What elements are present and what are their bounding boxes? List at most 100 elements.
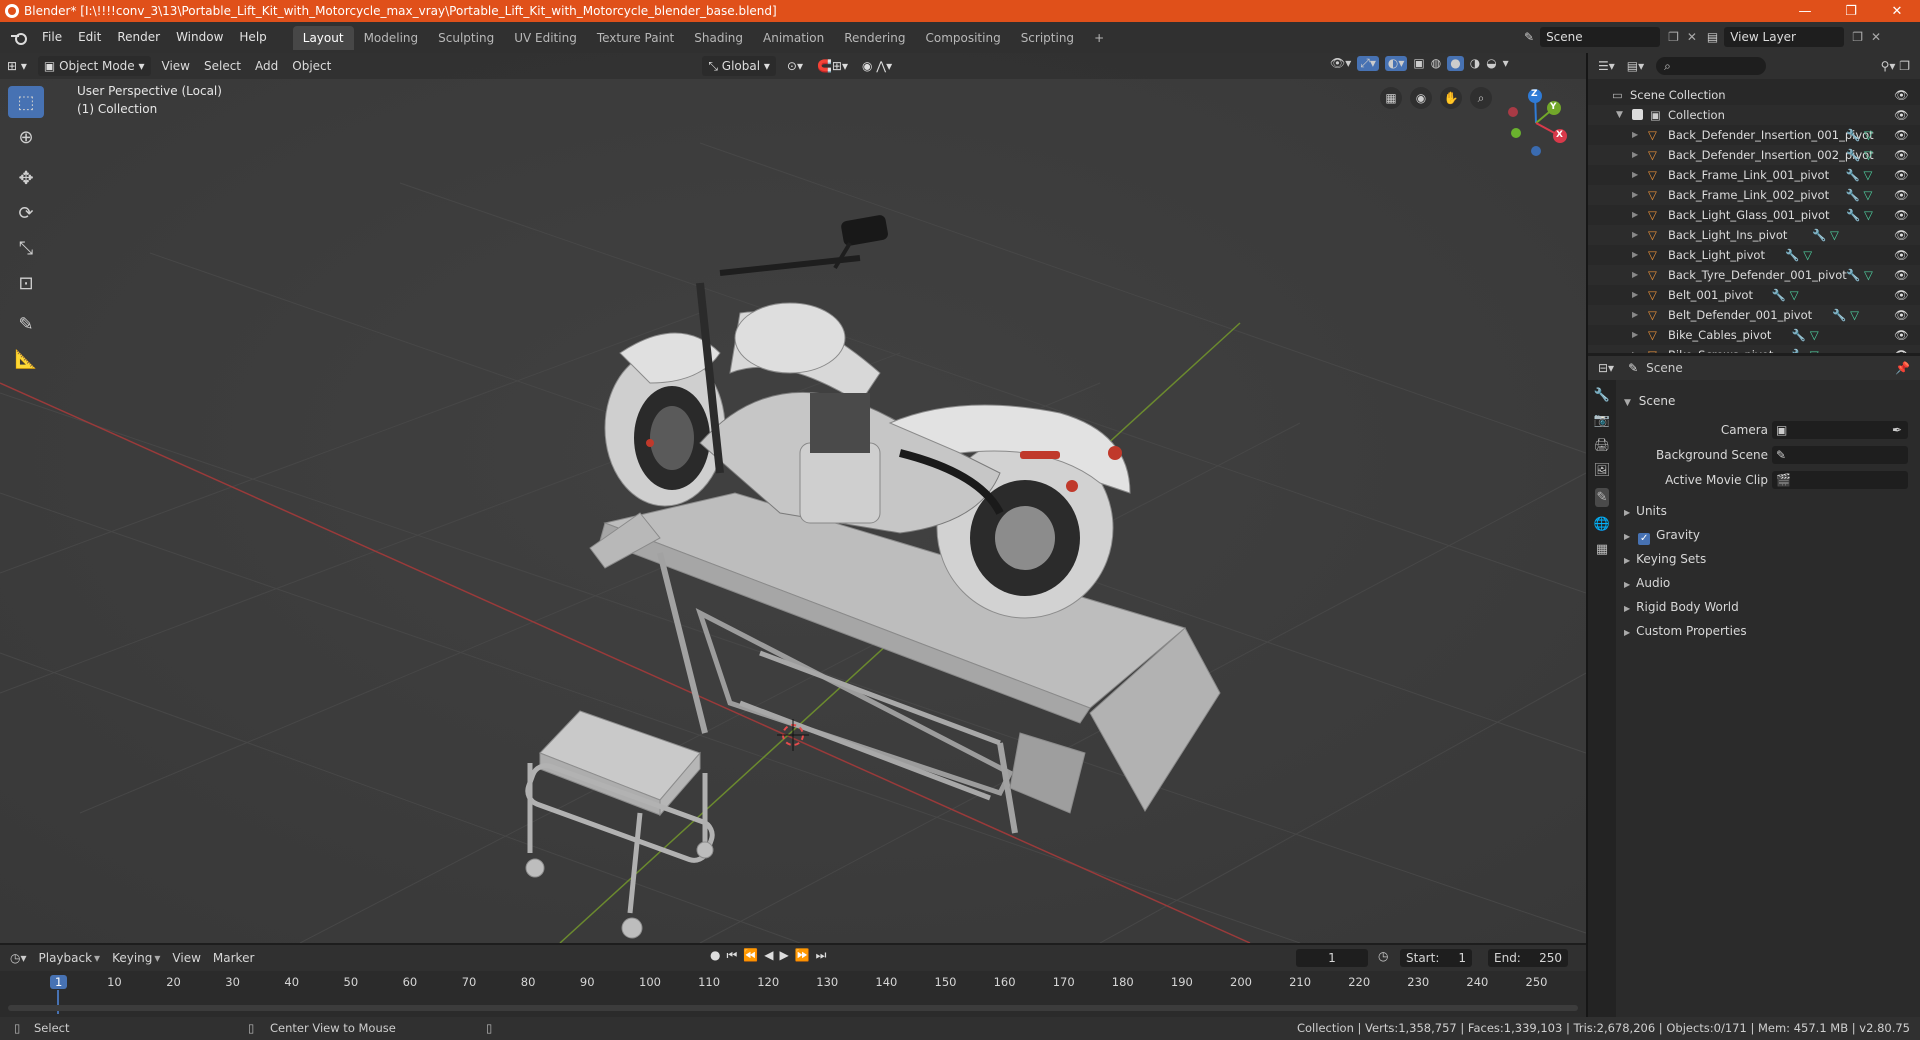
- blender-menu-icon[interactable]: [10, 31, 28, 45]
- play-reverse-icon[interactable]: ◀: [764, 948, 773, 963]
- expand-icon[interactable]: ▶: [1632, 305, 1638, 325]
- item-visibility-icon[interactable]: 👁: [1894, 345, 1909, 353]
- outliner-search-input[interactable]: ⌕: [1656, 57, 1767, 75]
- clock-icon[interactable]: ◷: [1378, 949, 1388, 963]
- collection-visibility-icon[interactable]: 👁: [1894, 105, 1909, 125]
- prev-keyframe-icon[interactable]: ⏪: [743, 948, 758, 963]
- start-frame-field[interactable]: Start: 1: [1400, 949, 1472, 967]
- area-divider[interactable]: [1586, 53, 1588, 1017]
- menu-help[interactable]: Help: [231, 22, 274, 53]
- outliner-item[interactable]: ▶ ▽ Belt_Defender_001_pivot 🔧 ▽ 👁: [1588, 305, 1920, 325]
- expand-icon[interactable]: ▶: [1632, 325, 1638, 345]
- gizmo-toggle-icon[interactable]: ⤢▾: [1357, 56, 1379, 71]
- scene-panel-header[interactable]: ▼ Scene: [1624, 390, 1920, 412]
- view-layer-tab-icon[interactable]: 🖼: [1594, 463, 1611, 478]
- timeline[interactable]: ◷▾ Playback ▾ Keying ▾ View Marker ● ⏮ ⏪ ◀…: [0, 945, 1586, 1017]
- outliner-item[interactable]: ▶ ▽ Belt_001_pivot 🔧 ▽ 👁: [1588, 285, 1920, 305]
- panel-header[interactable]: ▶ Units: [1624, 500, 1920, 522]
- outliner-editor-icon[interactable]: ☰▾: [1598, 59, 1615, 73]
- scene-selector[interactable]: Scene: [1540, 27, 1661, 47]
- collection-expand-icon[interactable]: ▼: [1616, 105, 1623, 125]
- eyedropper-icon[interactable]: ✒: [1892, 419, 1902, 441]
- outliner-item[interactable]: ▶ ▽ Back_Frame_Link_001_pivot 🔧 ▽ 👁: [1588, 165, 1920, 185]
- expand-icon[interactable]: ▶: [1632, 145, 1638, 165]
- menu-object[interactable]: Object: [285, 53, 338, 79]
- delete-view-layer-icon[interactable]: ✕: [1871, 30, 1881, 44]
- item-visibility-icon[interactable]: 👁: [1894, 245, 1909, 265]
- transform-orientation-dropdown[interactable]: ⤡ Global ▾: [702, 56, 776, 76]
- gravity-checkbox[interactable]: ✓: [1638, 533, 1651, 545]
- item-visibility-icon[interactable]: 👁: [1894, 285, 1909, 305]
- delete-scene-icon[interactable]: ✕: [1687, 30, 1697, 44]
- current-frame-field[interactable]: 1: [1296, 949, 1368, 967]
- timeline-editor-icon[interactable]: ◷▾: [10, 951, 27, 965]
- scene-collection-row[interactable]: ▭ Scene Collection 👁: [1588, 85, 1920, 105]
- menu-select[interactable]: Select: [197, 53, 248, 79]
- frame-ruler[interactable]: 1 10 20 30 40 50 60 70 80 90 100 110 120 130 140 150 160…: [0, 972, 1586, 1014]
- tab-scripting[interactable]: Scripting: [1011, 26, 1084, 50]
- panel-header[interactable]: ▶ Audio: [1624, 572, 1920, 594]
- playback-menu[interactable]: Playback: [39, 951, 93, 965]
- select-box-icon[interactable]: ⬚: [8, 86, 44, 118]
- world-tab-icon[interactable]: 🌐: [1594, 517, 1610, 532]
- output-tab-icon[interactable]: 🖨: [1594, 438, 1611, 453]
- rendered-shading-icon[interactable]: ◒: [1486, 56, 1496, 71]
- outliner-item[interactable]: ▶ ▽ Back_Tyre_Defender_001_pivot 🔧 ▽ 👁: [1588, 265, 1920, 285]
- panel-header[interactable]: ▶ Keying Sets: [1624, 548, 1920, 570]
- menu-view[interactable]: View: [155, 53, 197, 79]
- pin-icon[interactable]: 📌: [1895, 361, 1910, 375]
- tab-layout[interactable]: Layout: [292, 25, 354, 50]
- scene-visibility-icon[interactable]: 👁: [1894, 85, 1909, 105]
- jump-end-icon[interactable]: ⏭: [816, 948, 827, 963]
- end-frame-field[interactable]: End: 250: [1488, 949, 1568, 967]
- expand-icon[interactable]: ▶: [1632, 345, 1638, 353]
- item-visibility-icon[interactable]: 👁: [1894, 265, 1909, 285]
- new-scene-icon[interactable]: ❐: [1668, 30, 1679, 44]
- expand-icon[interactable]: ▶: [1632, 265, 1638, 285]
- shading-options-icon[interactable]: ▾: [1503, 56, 1509, 71]
- outliner-item[interactable]: ▶ ▽ Back_Defender_Insertion_001_pivot 🔧 ▽ 👁: [1588, 125, 1920, 145]
- item-visibility-icon[interactable]: 👁: [1894, 145, 1909, 165]
- view-layer-selector[interactable]: View Layer: [1724, 27, 1845, 47]
- collection-checkbox[interactable]: [1632, 109, 1643, 120]
- outliner-item[interactable]: ▶ ▽ Back_Frame_Link_002_pivot 🔧 ▽ 👁: [1588, 185, 1920, 205]
- tab-texture-paint[interactable]: Texture Paint: [587, 26, 684, 50]
- expand-icon[interactable]: ▶: [1632, 225, 1638, 245]
- active-movie-clip-field[interactable]: 🎬: [1772, 471, 1908, 489]
- collection-row[interactable]: ▼ ▣ Collection 👁: [1588, 105, 1920, 125]
- editor-type-icon[interactable]: ⊞ ▾: [0, 53, 34, 79]
- outliner-item[interactable]: ▶ ▽ Bike_Cables_pivot 🔧 ▽ 👁: [1588, 325, 1920, 345]
- texture-tab-icon[interactable]: ▦: [1596, 542, 1608, 557]
- item-visibility-icon[interactable]: 👁: [1894, 325, 1909, 345]
- maximize-button[interactable]: ❐: [1828, 0, 1874, 22]
- tab-compositing[interactable]: Compositing: [915, 26, 1010, 50]
- rotate-tool-icon[interactable]: ⟳: [8, 197, 44, 229]
- marker-menu[interactable]: Marker: [213, 951, 254, 965]
- outliner[interactable]: ☰▾ ▤▾ ⌕ ⚲▾ ❐ ▭ Scene Collection 👁 ▼ ▣ Co…: [1588, 53, 1920, 353]
- pivot-point-icon[interactable]: ⊙▾: [780, 53, 810, 79]
- mode-dropdown[interactable]: ▣ Object Mode ▾: [37, 56, 151, 76]
- filter-icon[interactable]: ⚲▾ ❐: [1881, 59, 1910, 73]
- item-visibility-icon[interactable]: 👁: [1894, 225, 1909, 245]
- item-visibility-icon[interactable]: 👁: [1894, 205, 1909, 225]
- panel-header[interactable]: ▶ Custom Properties: [1624, 620, 1920, 642]
- tab-sculpting[interactable]: Sculpting: [428, 26, 504, 50]
- panel-header[interactable]: ▶ ✓ Gravity: [1624, 524, 1920, 546]
- menu-render[interactable]: Render: [109, 22, 168, 53]
- menu-add[interactable]: Add: [248, 53, 285, 79]
- overlay-toggle-icon[interactable]: ◐▾: [1384, 56, 1408, 71]
- outliner-item[interactable]: ▶ ▽ Back_Light_Glass_001_pivot 🔧 ▽ 👁: [1588, 205, 1920, 225]
- camera-view-icon[interactable]: ◉: [1410, 87, 1432, 109]
- camera-field[interactable]: ▣: [1772, 421, 1908, 439]
- play-icon[interactable]: ▶: [779, 948, 788, 963]
- visibility-icon[interactable]: 👁▾: [1330, 56, 1351, 71]
- current-frame-marker[interactable]: 1: [50, 975, 68, 989]
- tab-uv-editing[interactable]: UV Editing: [504, 26, 587, 50]
- outliner-item[interactable]: ▶ ▽ Back_Light_pivot 🔧 ▽ 👁: [1588, 245, 1920, 265]
- panel-header[interactable]: ▶ Rigid Body World: [1624, 596, 1920, 618]
- menu-window[interactable]: Window: [168, 22, 231, 53]
- item-visibility-icon[interactable]: 👁: [1894, 185, 1909, 205]
- timeline-scrollbar[interactable]: [8, 1005, 1578, 1011]
- background-scene-field[interactable]: ✎: [1772, 446, 1908, 464]
- outliner-item[interactable]: ▶ ▽ Back_Light_Ins_pivot 🔧 ▽ 👁: [1588, 225, 1920, 245]
